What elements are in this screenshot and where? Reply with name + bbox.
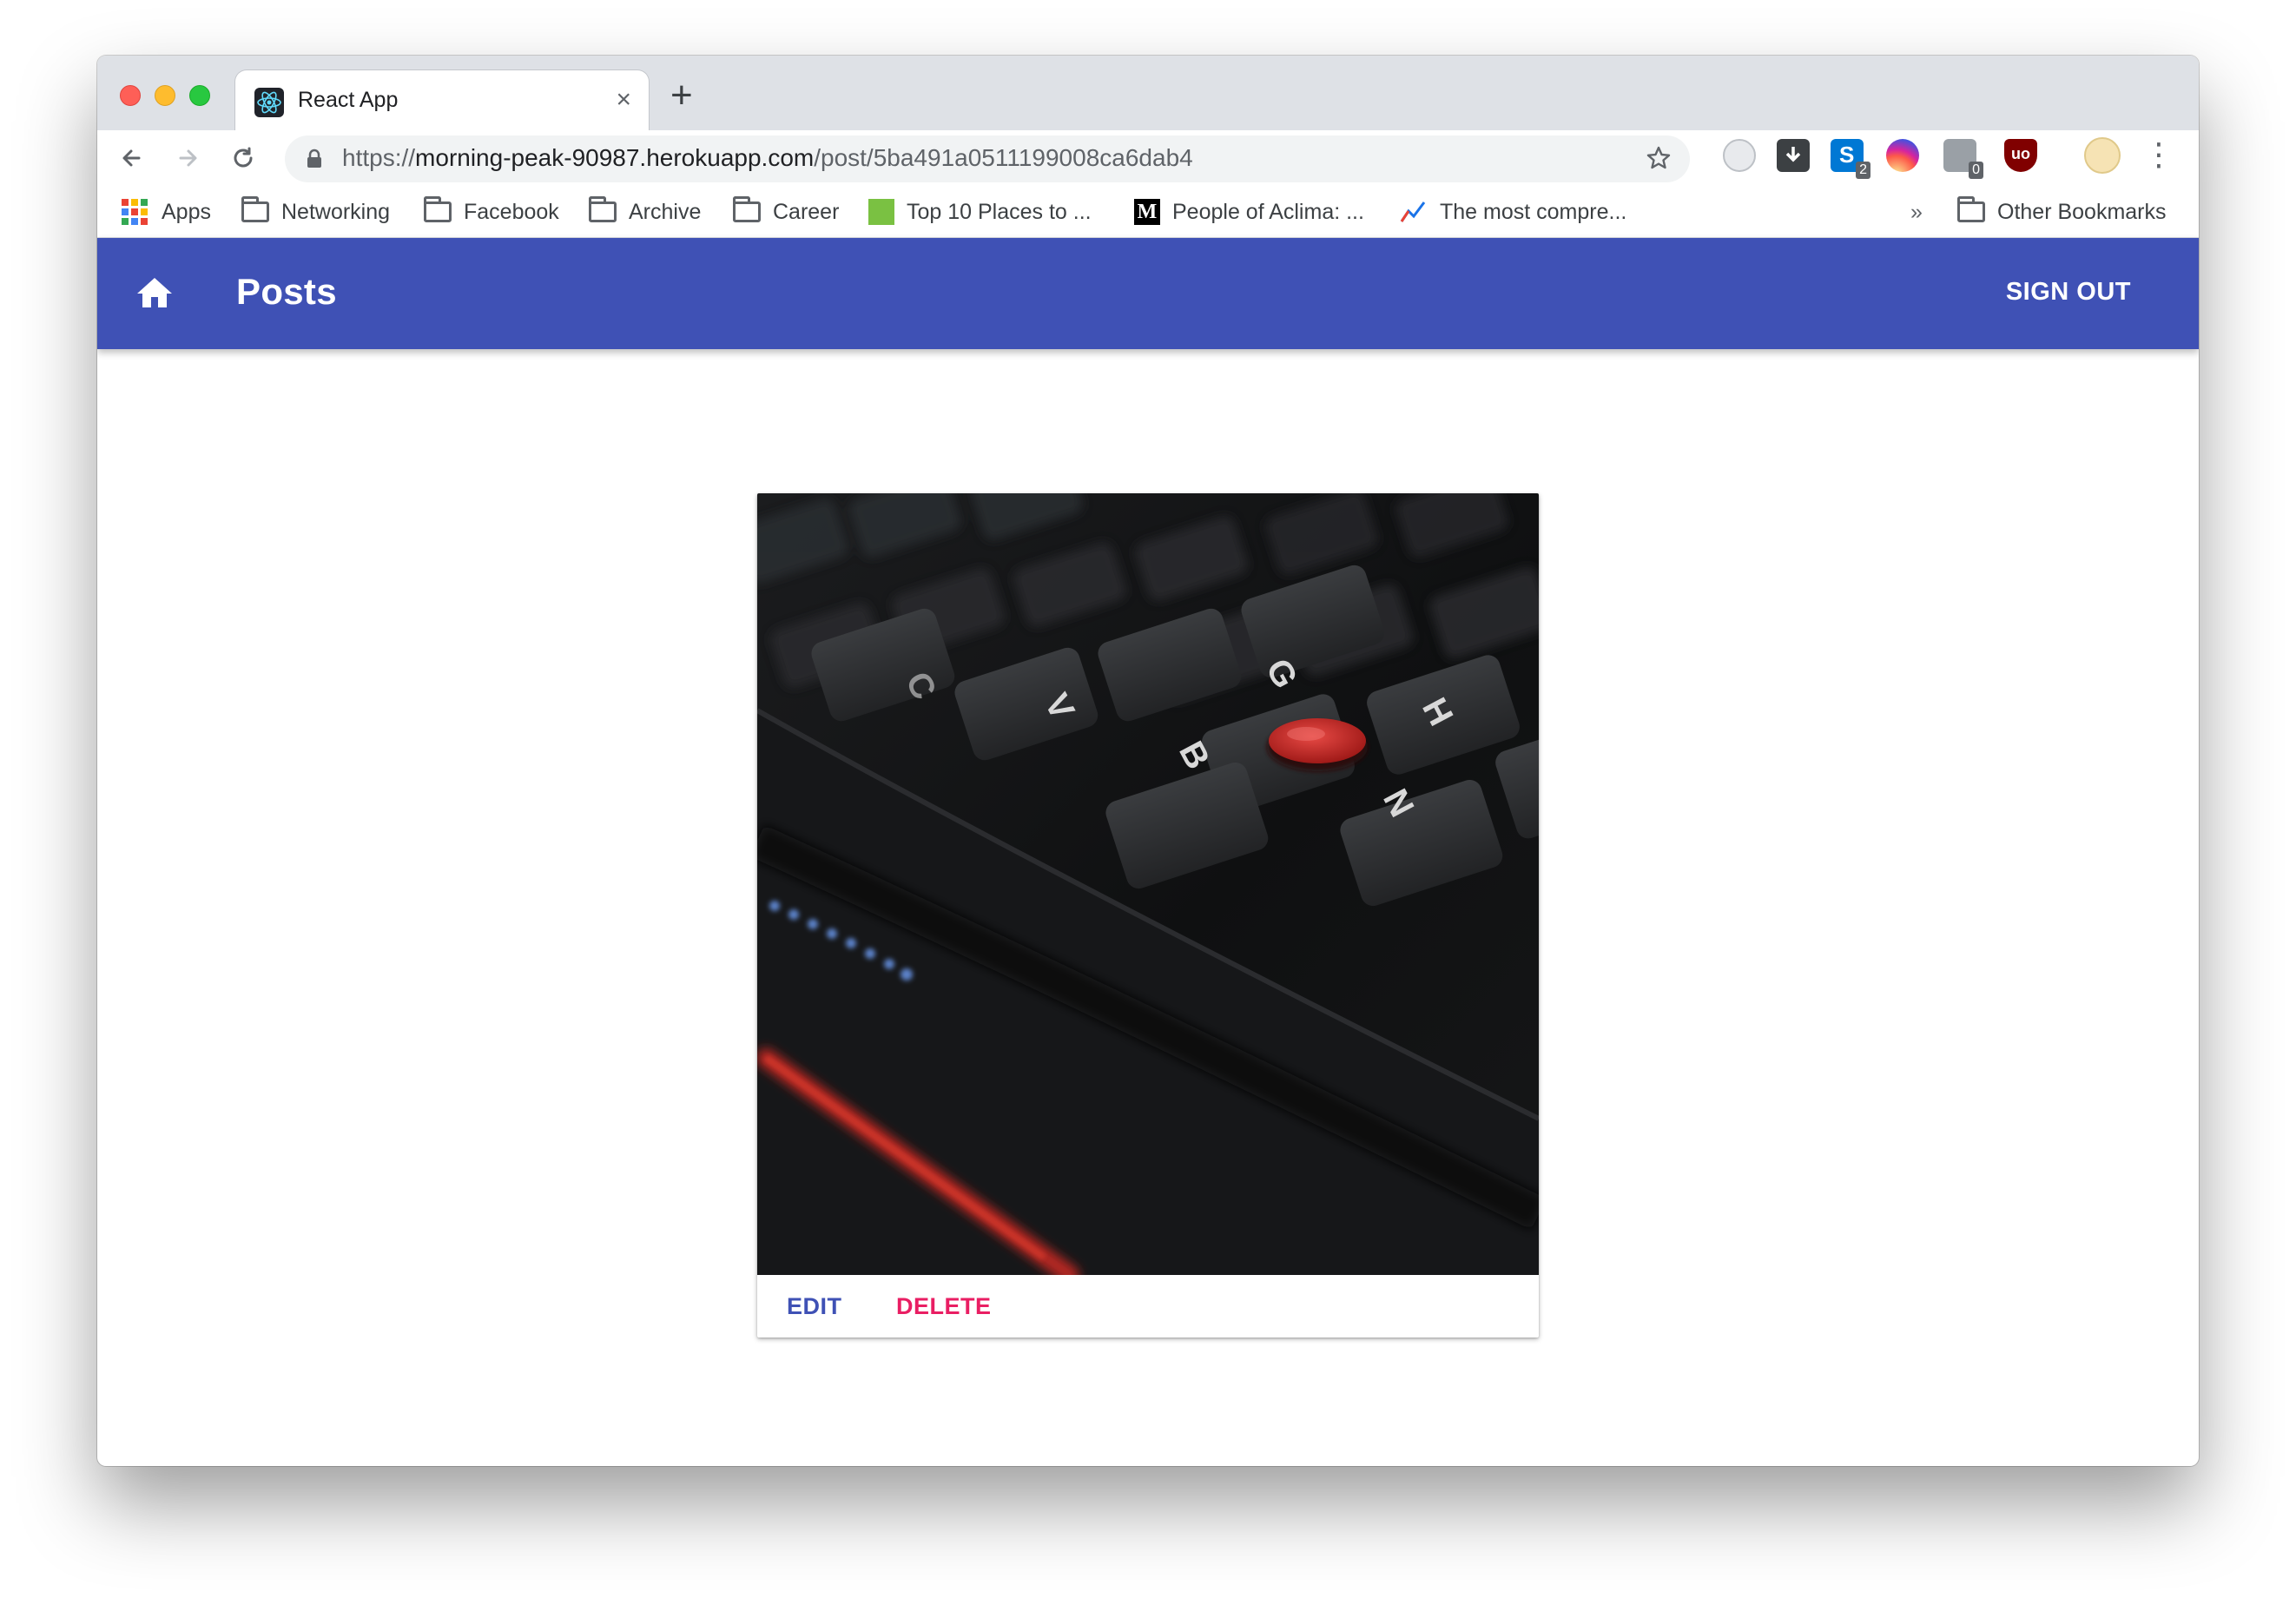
bookmark-star-icon[interactable] bbox=[1643, 141, 1674, 183]
home-icon[interactable] bbox=[134, 273, 175, 314]
puzzle-badge: 0 bbox=[1969, 162, 1983, 179]
trend-icon bbox=[1400, 199, 1428, 225]
bookmark-apps[interactable]: Apps bbox=[122, 196, 211, 228]
browser-toolbar: https://morning-peak-90987.herokuapp.com… bbox=[97, 130, 2199, 186]
folder-icon bbox=[589, 196, 617, 222]
houzz-icon bbox=[868, 199, 894, 225]
bookmark-label: Career bbox=[773, 199, 840, 224]
close-tab-icon[interactable]: × bbox=[616, 84, 631, 116]
bookmark-label: Other Bookmarks bbox=[1997, 199, 2167, 224]
url-host: morning-peak-90987.herokuapp.com bbox=[415, 144, 815, 171]
bookmark-label: Archive bbox=[629, 199, 702, 224]
bookmark-most-comprehensive[interactable]: The most compre... bbox=[1400, 196, 1626, 228]
tab-title: React App bbox=[298, 88, 399, 112]
post-card: C V B G H N EDIT DELETE bbox=[757, 493, 1539, 1338]
react-favicon-icon bbox=[254, 88, 284, 117]
bookmark-label: Networking bbox=[281, 199, 391, 224]
back-arrow-icon[interactable] bbox=[113, 139, 151, 177]
screenshot-extension-icon[interactable] bbox=[1723, 139, 1756, 172]
tab-strip: React App × + bbox=[97, 56, 2199, 132]
folder-icon bbox=[424, 196, 452, 222]
skype-extension-icon[interactable]: S 2 bbox=[1831, 139, 1870, 179]
bookmark-top-10-places[interactable]: Top 10 Places to ... bbox=[868, 196, 1092, 228]
puzzle-extension-icon[interactable]: 0 bbox=[1943, 139, 1983, 179]
bookmarks-bar: Apps Networking Facebook Archive Career … bbox=[97, 186, 2199, 238]
close-window-button[interactable] bbox=[120, 85, 141, 106]
page-title: Posts bbox=[236, 271, 337, 312]
bookmark-label: Facebook bbox=[464, 199, 559, 224]
apps-grid-icon bbox=[122, 199, 149, 225]
lock-icon[interactable] bbox=[302, 147, 327, 171]
edit-button[interactable]: EDIT bbox=[787, 1289, 842, 1324]
bookmark-facebook[interactable]: Facebook bbox=[424, 196, 559, 228]
download-extension-icon[interactable] bbox=[1777, 139, 1810, 172]
bookmark-label: Top 10 Places to ... bbox=[907, 199, 1092, 224]
browser-tab[interactable]: React App × bbox=[234, 69, 650, 132]
minimize-window-button[interactable] bbox=[155, 85, 175, 106]
bookmark-label: Apps bbox=[162, 199, 211, 224]
url-scheme: https:// bbox=[342, 144, 416, 171]
ublock-extension-icon[interactable]: uo bbox=[2004, 139, 2037, 172]
bookmark-label: The most compre... bbox=[1440, 199, 1627, 224]
url-path: /post/5ba491a0511199008ca6dab4 bbox=[814, 144, 1193, 171]
bookmark-career[interactable]: Career bbox=[733, 196, 839, 228]
bookmark-networking[interactable]: Networking bbox=[241, 196, 390, 228]
bookmarks-overflow-button[interactable]: » bbox=[1910, 196, 1923, 228]
url-text: https://morning-peak-90987.herokuapp.com… bbox=[342, 144, 1193, 172]
sign-out-button[interactable]: SIGN OUT bbox=[2006, 278, 2131, 307]
delete-button[interactable]: DELETE bbox=[896, 1289, 992, 1324]
profile-avatar-icon[interactable] bbox=[2084, 137, 2121, 174]
browser-window: React App × + https://morning-peak-90987… bbox=[97, 56, 2199, 1466]
bookmark-people-of-aclima[interactable]: M People of Aclima: ... bbox=[1134, 196, 1364, 228]
post-image: C V B G H N bbox=[757, 493, 1539, 1285]
bookmark-label: People of Aclima: ... bbox=[1172, 199, 1364, 224]
folder-icon bbox=[241, 196, 269, 222]
instagram-extension-icon[interactable] bbox=[1886, 139, 1919, 172]
card-actions: EDIT DELETE bbox=[757, 1275, 1539, 1338]
folder-icon bbox=[733, 196, 761, 222]
medium-icon: M bbox=[1134, 199, 1160, 225]
address-bar[interactable]: https://morning-peak-90987.herokuapp.com… bbox=[285, 135, 1690, 182]
reload-icon[interactable] bbox=[224, 139, 262, 177]
bookmark-other-bookmarks[interactable]: Other Bookmarks bbox=[1957, 196, 2167, 228]
folder-icon bbox=[1957, 196, 1985, 222]
forward-arrow-icon[interactable] bbox=[168, 139, 207, 177]
app-bar: Posts SIGN OUT bbox=[97, 238, 2199, 349]
browser-menu-icon[interactable]: ⋮ bbox=[2143, 137, 2174, 172]
bookmark-archive[interactable]: Archive bbox=[589, 196, 701, 228]
maximize-window-button[interactable] bbox=[189, 85, 210, 106]
new-tab-button[interactable]: + bbox=[670, 76, 693, 115]
skype-badge: 2 bbox=[1856, 162, 1870, 179]
